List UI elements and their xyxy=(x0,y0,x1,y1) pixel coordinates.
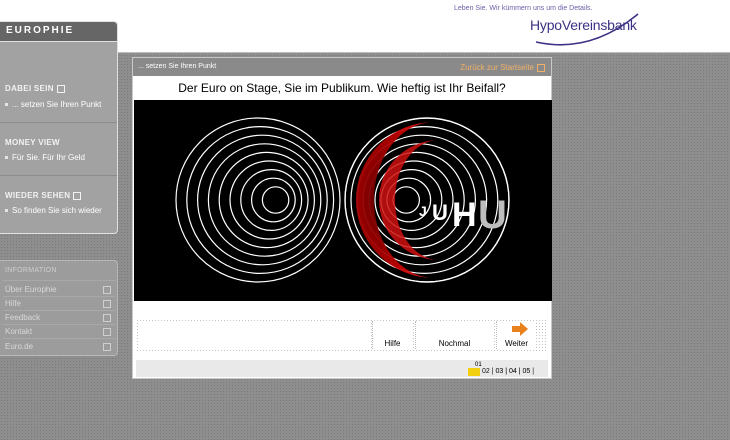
bullet-icon xyxy=(5,156,8,160)
stage-letter-j: J xyxy=(419,203,427,219)
bank-slogan: Leben Sie. Wir kümmern uns um die Detail… xyxy=(454,5,593,12)
info-divider xyxy=(3,296,115,297)
bullet-icon xyxy=(5,209,8,213)
main-navigation: EUROPHIE DABEI SEIN ... setzen Sie Ihren… xyxy=(0,21,118,234)
info-divider xyxy=(3,310,115,311)
control-blank xyxy=(138,321,369,349)
content-panel: ... setzen Sie Ihren Punkt Zurück zur St… xyxy=(132,57,552,379)
stage-letter-h: H xyxy=(452,196,477,234)
next-button[interactable]: Weiter xyxy=(496,321,536,349)
info-divider xyxy=(3,338,115,339)
nav-item-wieder[interactable]: So finden Sie sich wieder xyxy=(5,206,102,215)
repeat-button[interactable]: Nochmal xyxy=(415,321,493,349)
control-bar: Hilfe Nochmal Weiter xyxy=(136,319,548,351)
link-square-icon xyxy=(537,63,545,72)
left-speaker-rings xyxy=(175,117,341,283)
info-divider xyxy=(3,280,115,281)
nav-divider xyxy=(0,122,117,123)
grid-icon xyxy=(103,286,111,294)
europhie-logo[interactable]: EUROPHIE xyxy=(6,25,74,36)
question-text: Der Euro on Stage, Sie im Publikum. Wie … xyxy=(178,81,506,95)
information-panel: INFORMATION Über Europhie Hilfe Feedback… xyxy=(0,260,118,356)
applause-stage[interactable]: J U H U xyxy=(134,100,552,301)
page-list[interactable]: 02 | 03 | 04 | 05 | xyxy=(482,368,534,375)
grid-icon xyxy=(103,300,111,308)
grid-icon xyxy=(103,328,111,336)
grid-icon xyxy=(103,314,111,322)
info-divider xyxy=(3,324,115,325)
info-heading: INFORMATION xyxy=(5,267,57,274)
info-item-ueber[interactable]: Über Europhie xyxy=(5,285,113,294)
breadcrumb: ... setzen Sie Ihren Punkt xyxy=(138,63,217,70)
nav-heading-dabei-sein[interactable]: DABEI SEIN xyxy=(5,84,65,93)
nav-item-punkt[interactable]: ... setzen Sie Ihren Punkt xyxy=(5,100,101,109)
info-item-feedback[interactable]: Feedback xyxy=(5,313,113,322)
info-item-kontakt[interactable]: Kontakt xyxy=(5,327,113,336)
nav-divider xyxy=(0,175,117,176)
nav-heading-money-view[interactable]: MONEY VIEW xyxy=(5,138,60,147)
nav-heading-wieder-sehen[interactable]: WIEDER SEHEN xyxy=(5,191,82,200)
page-current[interactable]: 01 xyxy=(468,362,482,376)
nav-square-icon xyxy=(56,84,65,93)
right-speaker: J U H U xyxy=(345,118,509,282)
nav-item-geld[interactable]: Für Sie. Für Ihr Geld xyxy=(5,153,85,162)
panel-header: ... setzen Sie Ihren Punkt Zurück zur St… xyxy=(133,58,551,76)
logo-bar: EUROPHIE xyxy=(0,22,117,42)
stage-graphic: J U H U xyxy=(175,117,510,283)
speaker-ring xyxy=(175,117,341,283)
speaker-ring xyxy=(392,186,420,214)
info-item-hilfe[interactable]: Hilfe xyxy=(5,299,113,308)
nav-square-icon xyxy=(73,191,82,200)
speaker-ring xyxy=(218,151,316,249)
bullet-icon xyxy=(5,103,8,107)
arrow-right-icon xyxy=(512,322,528,336)
bank-logo[interactable]: HypoVereinsbank xyxy=(530,17,637,33)
current-page-marker xyxy=(468,368,480,376)
speaker-ring xyxy=(229,160,309,240)
back-to-start-link[interactable]: Zurück zur Startseite xyxy=(460,63,545,72)
grid-icon xyxy=(103,343,111,351)
speaker-ring xyxy=(261,186,290,214)
help-button[interactable]: Hilfe xyxy=(372,321,412,349)
stage-letter-u1: U xyxy=(432,200,448,225)
info-item-euro[interactable]: Euro.de xyxy=(5,342,113,351)
